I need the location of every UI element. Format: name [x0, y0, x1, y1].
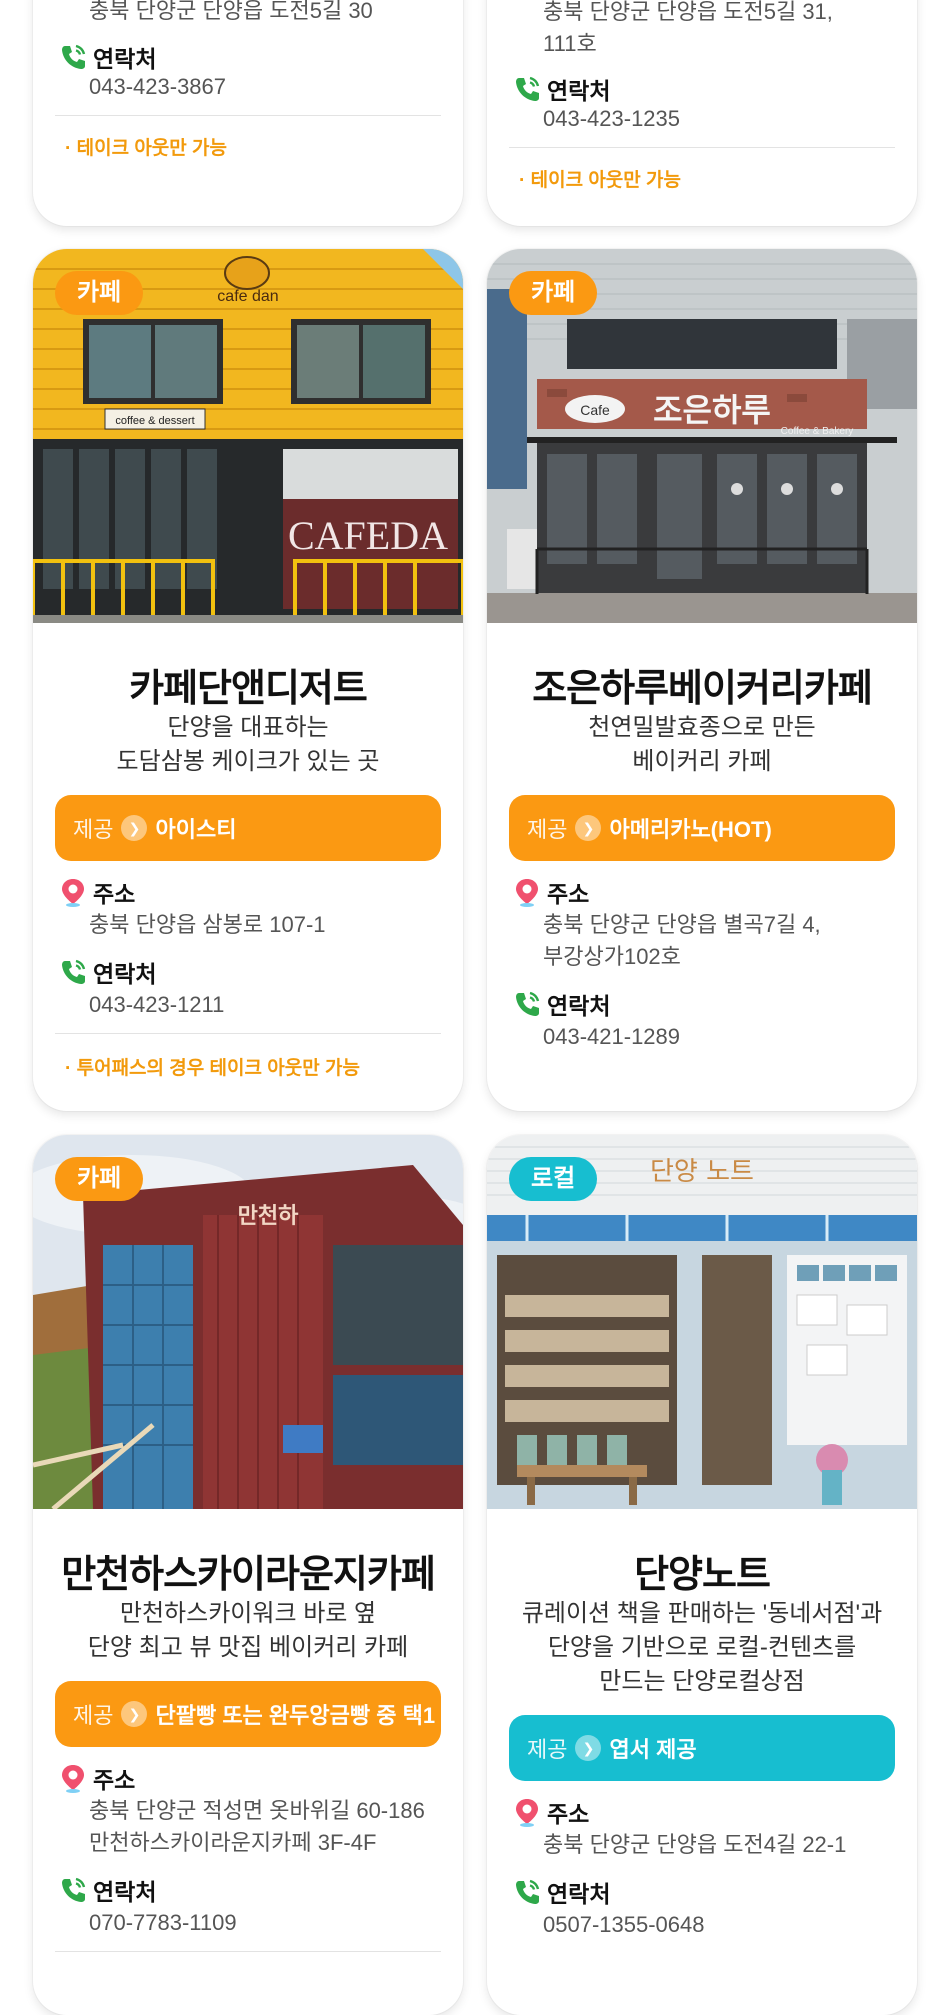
contact-label: 연락처 — [513, 987, 610, 1021]
contact-label: 연락처 — [59, 955, 156, 989]
phone-icon — [59, 1875, 87, 1905]
shop-description: 큐레이션 책을 판매하는 '동네서점'과 단양을 기반으로 로컬-컨텐츠를 만드… — [521, 1600, 883, 1695]
phone-value: 043-423-1211 — [89, 992, 225, 1017]
address-value: 충북 단양군 단양읍 도전4길 22-1 — [543, 1832, 847, 1857]
shop-card-top-right: 충북 단양군 단양읍 도전5길 31, 111호 연락처 043-423-123… — [487, 0, 917, 226]
contact-label: 연락처 — [513, 1875, 610, 1909]
shop-description: 천연밀발효종으로 만든 베이커리 카페 — [588, 714, 816, 775]
offer-label: 제공 — [527, 817, 568, 842]
address-label: 주소 — [59, 875, 135, 909]
offer-banner[interactable]: 제공 ❯ 단팥빵 또는 완두앙금빵 중 택1 — [55, 1681, 441, 1747]
chevron-right-icon: ❯ — [575, 815, 602, 841]
sign-text-small: Coffee & Bakery — [781, 426, 854, 437]
phone-value: 043-423-1235 — [543, 106, 681, 131]
contact-label: 연락처 — [513, 72, 610, 106]
category-badge: 카페 — [55, 1157, 144, 1201]
offer-label: 제공 — [527, 1737, 568, 1762]
divider — [55, 115, 441, 116]
contact-label: 연락처 — [59, 40, 156, 74]
phone-value: 043-421-1289 — [543, 1024, 681, 1049]
takeout-note: · 투어패스의 경우 테이크 아웃만 가능 — [65, 1058, 360, 1079]
location-pin-icon — [513, 1797, 541, 1827]
offer-value: 단팥빵 또는 완두앙금빵 중 택1 — [155, 1703, 436, 1728]
chevron-right-icon: ❯ — [121, 815, 148, 841]
phone-value: 0507-1355-0648 — [543, 1912, 705, 1937]
offer-label: 제공 — [73, 817, 114, 842]
shop-card-top-left: 충북 단양군 단양읍 도전5길 30 연락처 043-423-3867 · 테이… — [33, 0, 463, 226]
address-value: 충북 단양군 단양읍 도전5길 31, 111호 — [543, 0, 833, 56]
address-label: 주소 — [513, 1795, 589, 1829]
address-value: 충북 단양군 단양읍 별곡7길 4, 부강상가102호 — [543, 912, 821, 969]
offer-banner[interactable]: 제공 ❯ 아이스티 — [55, 795, 441, 861]
shop-name: 조은하루베이커리카페 — [532, 668, 873, 710]
sign-text: 단양 노트 — [650, 1157, 754, 1187]
address-label: 주소 — [513, 875, 589, 909]
category-badge: 로컬 — [509, 1157, 598, 1201]
sign-text: 조은하루 — [653, 391, 771, 429]
chevron-right-icon: ❯ — [121, 1701, 148, 1727]
sign-text: 만천하 — [238, 1204, 299, 1229]
takeout-note: · 테이크 아웃만 가능 — [65, 138, 228, 159]
shop-card-cafe-dan[interactable]: coffee & dessert cafe dan CAFEDA 카페 카페단앤… — [33, 249, 463, 1111]
shop-description: 만천하스카이워크 바로 옆 단양 최고 뷰 맛집 베이커리 카페 — [87, 1600, 409, 1661]
chevron-right-icon: ❯ — [575, 1735, 602, 1761]
divider — [509, 147, 895, 148]
sign-text-small: coffee & dessert — [115, 415, 194, 427]
offer-banner[interactable]: 제공 ❯ 엽서 제공 — [509, 1715, 895, 1781]
phone-icon — [513, 1877, 541, 1907]
svg-text:Cafe: Cafe — [580, 402, 610, 418]
takeout-note: · 테이크 아웃만 가능 — [519, 170, 682, 191]
divider — [55, 1951, 441, 1952]
address-value: 충북 단양읍 삼봉로 107-1 — [89, 912, 326, 937]
phone-icon — [513, 989, 541, 1019]
phone-icon — [513, 74, 541, 104]
shop-card-skylounge[interactable]: 만천하 카페 만천하스카이라운지카페 만천하스카이워크 바로 옆 단양 최고 뷰… — [33, 1135, 463, 2015]
divider — [55, 1033, 441, 1034]
location-pin-icon — [59, 1763, 87, 1793]
category-badge: 카페 — [509, 271, 598, 315]
shop-name: 카페단앤디저트 — [129, 668, 368, 710]
location-pin-icon — [59, 877, 87, 907]
offer-banner[interactable]: 제공 ❯ 아메리카노(HOT) — [509, 795, 895, 861]
address-label: 주소 — [59, 1761, 135, 1795]
phone-value: 070-7783-1109 — [89, 1910, 237, 1935]
category-badge: 카페 — [55, 271, 144, 315]
phone-icon — [59, 957, 87, 987]
phone-icon — [59, 42, 87, 72]
offer-value: 아메리카노(HOT) — [609, 817, 772, 842]
offer-value: 아이스티 — [155, 817, 237, 842]
phone-value: 043-423-3867 — [89, 74, 227, 99]
address-value: 충북 단양군 단양읍 도전5길 30 — [89, 0, 373, 23]
sign-text: cafe dan — [217, 288, 278, 305]
contact-label: 연락처 — [59, 1873, 156, 1907]
shop-card-danyang-note[interactable]: 단양 노트 로컬 단양노트 큐레이션 책을 판매하는 '동네서점'과 단양을 기… — [487, 1135, 917, 2015]
svg-text:CAFEDA: CAFEDA — [288, 513, 448, 558]
shop-name: 만천하스카이라운지카페 — [61, 1554, 436, 1596]
shop-name: 단양노트 — [634, 1554, 771, 1596]
address-value: 충북 단양군 적성면 옷바위길 60-186 만천하스카이라운지카페 3F-4F — [89, 1798, 425, 1855]
shop-card-joeun-haru[interactable]: Cafe 조은하루 Coffee & Bakery 카페 조은하루베이커리카페 … — [487, 249, 917, 1111]
offer-value: 엽서 제공 — [609, 1737, 697, 1762]
offer-label: 제공 — [73, 1703, 114, 1728]
location-pin-icon — [513, 877, 541, 907]
shop-description: 단양을 대표하는 도담삼봉 케이크가 있는 곳 — [116, 714, 380, 775]
